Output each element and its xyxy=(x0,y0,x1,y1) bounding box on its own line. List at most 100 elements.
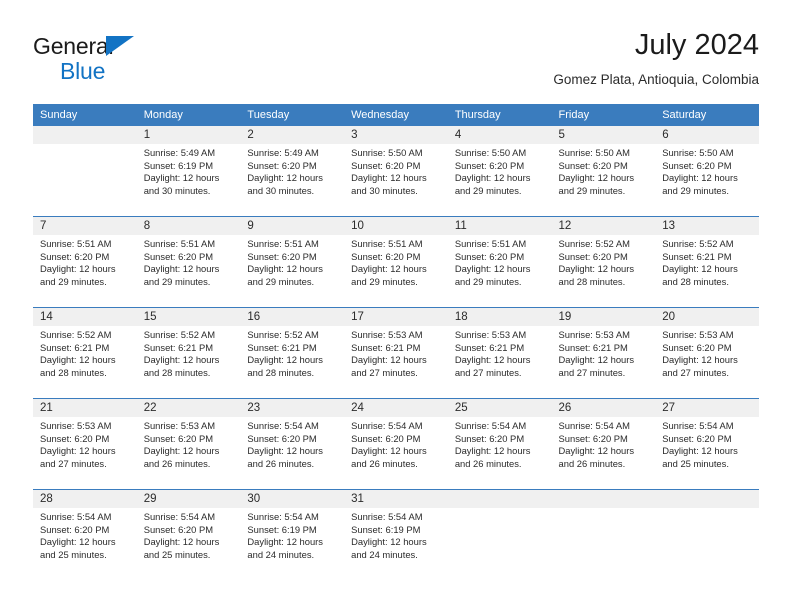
day-daylight-line2-text: and 25 minutes. xyxy=(143,548,211,560)
calendar-day-cell[interactable]: 26 Sunrise: 5:54 AM Sunset: 6:20 PM Dayligh… xyxy=(551,398,656,490)
day-daylight-line2-text: and 29 minutes. xyxy=(454,184,522,196)
day-daylight-line2-text: and 24 minutes. xyxy=(247,548,315,560)
calendar-day-cell[interactable]: 25 Sunrise: 5:54 AM Sunset: 6:20 PM Dayligh… xyxy=(447,398,552,490)
calendar-day-cell[interactable]: 28 Sunrise: 5:54 AM Sunset: 6:20 PM Dayligh… xyxy=(33,489,137,580)
day-sunset-text: Sunset: 6:20 PM xyxy=(662,432,732,444)
calendar-day-cell[interactable]: 31 Sunrise: 5:54 AM Sunset: 6:19 PM Dayligh… xyxy=(344,489,448,580)
day-number: 7 xyxy=(33,217,137,235)
calendar-day-cell[interactable]: 4 Sunrise: 5:50 AM Sunset: 6:20 PM Daylight… xyxy=(447,126,552,217)
day-sun-info: Sunrise: 5:51 AM Sunset: 6:20 PM Daylight:… xyxy=(448,235,552,288)
day-cell-content: 8 Sunrise: 5:51 AM Sunset: 6:20 PM Daylight… xyxy=(136,217,241,307)
day-daylight-line2-text: and 27 minutes. xyxy=(40,457,107,469)
title-block: July 2024 Gomez Plata, Antioquia, Colomb… xyxy=(553,28,759,89)
day-sun-info: Sunrise: 5:49 AM Sunset: 6:19 PM Daylight:… xyxy=(137,144,241,197)
day-daylight-line2-text: and 28 minutes. xyxy=(143,366,211,378)
calendar-day-cell[interactable] xyxy=(447,489,552,580)
day-daylight-line2-text: and 27 minutes. xyxy=(558,366,626,378)
day-sunrise-text: Sunrise: 5:53 AM xyxy=(143,420,216,431)
calendar-day-cell[interactable]: 19 Sunrise: 5:53 AM Sunset: 6:21 PM Dayligh… xyxy=(551,307,656,399)
page-subtitle: Gomez Plata, Antioquia, Colombia xyxy=(553,72,759,87)
day-sunrise-text: Sunrise: 5:54 AM xyxy=(454,420,527,431)
day-cell-content: 2 Sunrise: 5:49 AM Sunset: 6:20 PM Daylight… xyxy=(240,126,345,216)
day-daylight-line1-text: Daylight: 12 hours xyxy=(143,263,220,275)
day-daylight-line1-text: Daylight: 12 hours xyxy=(454,172,531,184)
day-daylight-line1-text: Daylight: 12 hours xyxy=(662,354,738,366)
calendar-day-cell[interactable]: 11 Sunrise: 5:51 AM Sunset: 6:20 PM Dayligh… xyxy=(447,216,552,308)
generalblue-logo[interactable]: General Blue xyxy=(33,34,233,90)
day-sun-info: Sunrise: 5:52 AM Sunset: 6:21 PM Daylight:… xyxy=(137,326,241,379)
day-sun-info: Sunrise: 5:54 AM Sunset: 6:20 PM Daylight:… xyxy=(240,417,344,470)
day-daylight-line2-text: and 26 minutes. xyxy=(351,457,418,469)
calendar-day-cell[interactable]: 14 Sunrise: 5:52 AM Sunset: 6:21 PM Dayligh… xyxy=(33,307,137,399)
day-cell-content: 27 Sunrise: 5:54 AM Sunset: 6:20 PM Dayligh… xyxy=(655,399,759,489)
day-daylight-line2-text: and 29 minutes. xyxy=(558,184,626,196)
day-daylight-line1-text: Daylight: 12 hours xyxy=(351,172,427,184)
day-sun-info: Sunrise: 5:53 AM Sunset: 6:21 PM Daylight:… xyxy=(344,326,448,379)
day-daylight-line2-text: and 25 minutes. xyxy=(662,457,729,469)
calendar-day-cell[interactable]: 2 Sunrise: 5:49 AM Sunset: 6:20 PM Daylight… xyxy=(240,126,345,217)
calendar-day-cell[interactable]: 1 Sunrise: 5:49 AM Sunset: 6:19 PM Daylight… xyxy=(136,126,241,217)
day-sunset-text: Sunset: 6:20 PM xyxy=(558,250,628,262)
calendar-day-cell[interactable] xyxy=(551,489,656,580)
calendar-day-cell[interactable]: 18 Sunrise: 5:53 AM Sunset: 6:21 PM Dayligh… xyxy=(447,307,552,399)
day-number: 28 xyxy=(33,490,137,508)
calendar-day-cell[interactable]: 22 Sunrise: 5:53 AM Sunset: 6:20 PM Dayligh… xyxy=(136,398,241,490)
page-header: General Blue July 2024 Gomez Plata, Anti… xyxy=(33,28,759,98)
day-sunset-text: Sunset: 6:21 PM xyxy=(558,341,628,353)
day-number: 18 xyxy=(447,308,552,326)
calendar-day-cell[interactable]: 6 Sunrise: 5:50 AM Sunset: 6:20 PM Daylight… xyxy=(655,126,759,217)
day-sunrise-text: Sunrise: 5:50 AM xyxy=(662,147,734,158)
day-number xyxy=(655,490,759,508)
day-sunrise-text: Sunrise: 5:51 AM xyxy=(247,238,319,249)
weekday-header-wednesday: Wednesday xyxy=(344,104,448,126)
calendar-day-cell[interactable]: 20 Sunrise: 5:53 AM Sunset: 6:20 PM Dayligh… xyxy=(655,307,759,399)
day-sun-info: Sunrise: 5:50 AM Sunset: 6:20 PM Daylight:… xyxy=(448,144,552,197)
day-number: 23 xyxy=(240,399,345,417)
calendar-day-cell[interactable]: 13 Sunrise: 5:52 AM Sunset: 6:21 PM Dayligh… xyxy=(655,216,759,308)
calendar-week-row: 7 Sunrise: 5:51 AM Sunset: 6:20 PM Daylight… xyxy=(33,216,759,308)
day-number: 10 xyxy=(344,217,448,235)
calendar-day-cell[interactable]: 24 Sunrise: 5:54 AM Sunset: 6:20 PM Dayligh… xyxy=(344,398,448,490)
calendar-day-cell[interactable]: 9 Sunrise: 5:51 AM Sunset: 6:20 PM Daylight… xyxy=(240,216,345,308)
calendar-day-cell[interactable]: 16 Sunrise: 5:52 AM Sunset: 6:21 PM Dayligh… xyxy=(240,307,345,399)
calendar-day-cell[interactable]: 23 Sunrise: 5:54 AM Sunset: 6:20 PM Dayligh… xyxy=(240,398,345,490)
calendar-day-cell[interactable]: 12 Sunrise: 5:52 AM Sunset: 6:20 PM Dayligh… xyxy=(551,216,656,308)
day-daylight-line1-text: Daylight: 12 hours xyxy=(351,263,427,275)
calendar-week-row: 14 Sunrise: 5:52 AM Sunset: 6:21 PM Dayligh… xyxy=(33,307,759,399)
day-sunrise-text: Sunrise: 5:51 AM xyxy=(351,238,423,249)
day-sunset-text: Sunset: 6:21 PM xyxy=(454,341,525,353)
day-sunset-text: Sunset: 6:20 PM xyxy=(351,432,421,444)
day-sun-info: Sunrise: 5:54 AM Sunset: 6:20 PM Daylight:… xyxy=(33,508,137,561)
day-number: 11 xyxy=(447,217,552,235)
calendar-day-cell[interactable]: 21 Sunrise: 5:53 AM Sunset: 6:20 PM Dayligh… xyxy=(33,398,137,490)
day-cell-content: 18 Sunrise: 5:53 AM Sunset: 6:21 PM Dayligh… xyxy=(447,308,552,398)
day-sun-info: Sunrise: 5:51 AM Sunset: 6:20 PM Daylight:… xyxy=(344,235,448,288)
calendar-day-cell[interactable]: 10 Sunrise: 5:51 AM Sunset: 6:20 PM Dayligh… xyxy=(344,216,448,308)
day-daylight-line1-text: Daylight: 12 hours xyxy=(247,445,323,457)
calendar-day-cell[interactable] xyxy=(655,489,759,580)
day-cell-content: 9 Sunrise: 5:51 AM Sunset: 6:20 PM Daylight… xyxy=(240,217,345,307)
calendar-day-cell[interactable]: 27 Sunrise: 5:54 AM Sunset: 6:20 PM Dayligh… xyxy=(655,398,759,490)
calendar-day-cell[interactable]: 15 Sunrise: 5:52 AM Sunset: 6:21 PM Dayligh… xyxy=(136,307,241,399)
calendar-day-cell[interactable]: 7 Sunrise: 5:51 AM Sunset: 6:20 PM Daylight… xyxy=(33,216,137,308)
day-number: 12 xyxy=(551,217,656,235)
day-daylight-line2-text: and 30 minutes. xyxy=(247,184,315,196)
day-daylight-line2-text: and 28 minutes. xyxy=(247,366,315,378)
calendar-day-cell[interactable]: 30 Sunrise: 5:54 AM Sunset: 6:19 PM Dayligh… xyxy=(240,489,345,580)
calendar-day-cell[interactable]: 29 Sunrise: 5:54 AM Sunset: 6:20 PM Dayligh… xyxy=(136,489,241,580)
day-cell-content: 5 Sunrise: 5:50 AM Sunset: 6:20 PM Daylight… xyxy=(551,126,656,216)
calendar-day-cell[interactable]: 8 Sunrise: 5:51 AM Sunset: 6:20 PM Daylight… xyxy=(136,216,241,308)
logo-text-blue: Blue xyxy=(60,58,106,84)
day-daylight-line1-text: Daylight: 12 hours xyxy=(40,354,116,366)
day-sunrise-text: Sunrise: 5:51 AM xyxy=(454,238,527,249)
calendar-day-cell[interactable]: 17 Sunrise: 5:53 AM Sunset: 6:21 PM Dayligh… xyxy=(344,307,448,399)
calendar-day-cell[interactable] xyxy=(33,126,137,217)
calendar-day-cell[interactable]: 3 Sunrise: 5:50 AM Sunset: 6:20 PM Daylight… xyxy=(344,126,448,217)
weekday-header-thursday: Thursday xyxy=(447,104,552,126)
day-sunrise-text: Sunrise: 5:51 AM xyxy=(143,238,216,249)
day-number: 9 xyxy=(240,217,345,235)
day-sun-info xyxy=(448,508,552,511)
day-sunset-text: Sunset: 6:20 PM xyxy=(454,432,525,444)
calendar-day-cell[interactable]: 5 Sunrise: 5:50 AM Sunset: 6:20 PM Daylight… xyxy=(551,126,656,217)
logo-text-wrapper: General xyxy=(33,34,233,59)
